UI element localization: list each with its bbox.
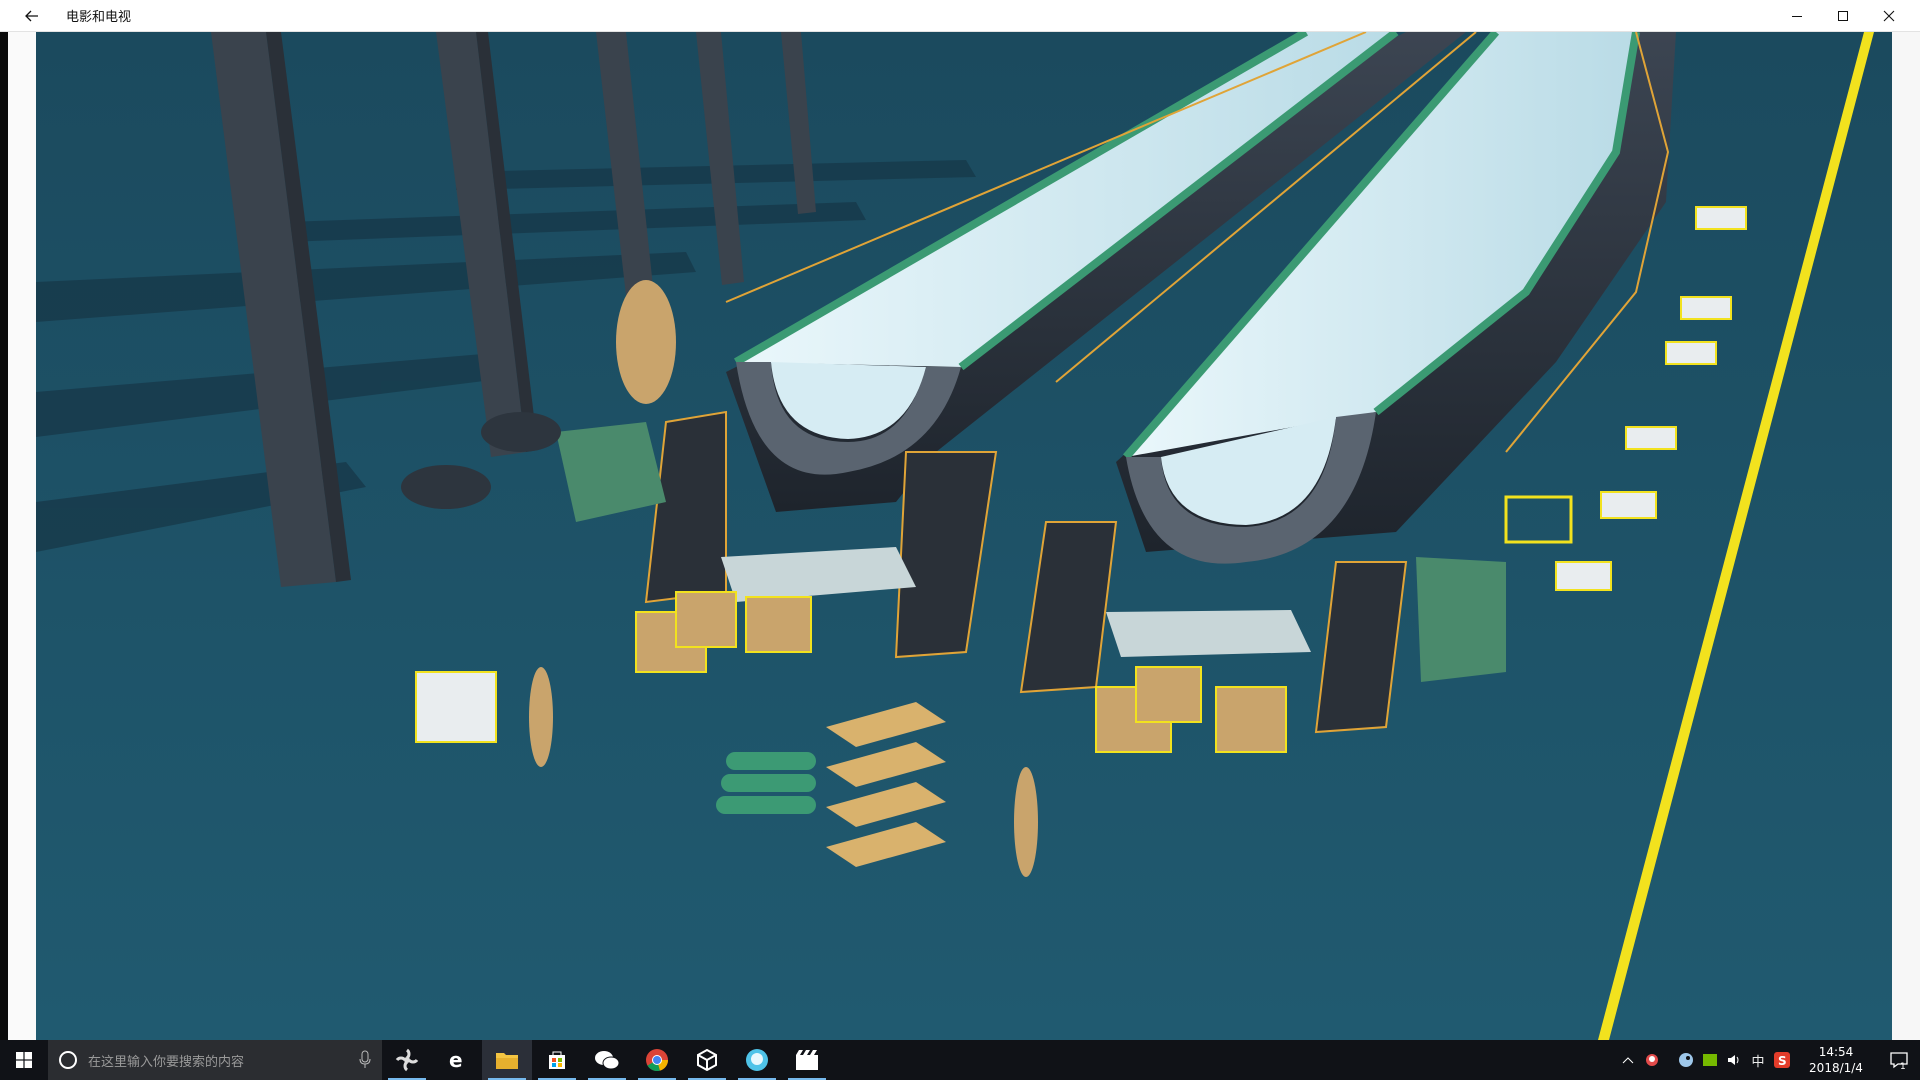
window-title: 电影和电视 [66,10,132,25]
svg-text:e: e [449,1048,463,1072]
letterbox-left [8,32,36,1040]
tray-nvidia[interactable] [1698,1040,1722,1080]
file-explorer-icon [496,1053,518,1069]
taskbar-app-aurora[interactable] [732,1040,782,1080]
taskbar-app-store[interactable] [532,1040,582,1080]
maximize-button[interactable] [1820,0,1866,32]
taskbar-app-file-explorer[interactable] [482,1040,532,1080]
sogou-ime-icon: S [1774,1052,1790,1068]
taskbar-app-fan[interactable] [382,1040,432,1080]
video-player[interactable] [8,32,1920,1040]
svg-text:1: 1 [1900,1062,1906,1070]
ie-browser-icon: e [449,1048,463,1072]
taskbar: 在这里输入你要搜索的内容 e 中 S 14:54 2018/1/4 1 [0,1040,1920,1080]
clock-time: 14:54 [1818,1045,1854,1059]
video-frame-factory-scene[interactable] [36,32,1892,1040]
paper-stack [415,671,497,743]
nvidia-icon [1703,1054,1717,1066]
clock-date: 2018/1/4 [1809,1061,1863,1075]
back-arrow-icon [25,10,38,21]
taskbar-app-ie[interactable]: e [432,1040,482,1080]
chrome-icon [646,1049,668,1072]
tray-steam[interactable] [1674,1040,1698,1080]
maximize-icon [1838,11,1848,21]
tray-clock[interactable]: 14:54 2018/1/4 [1794,1044,1878,1076]
tray-mascot-app[interactable] [1640,1040,1664,1080]
taskbar-app-chrome[interactable] [632,1040,682,1080]
notification-icon: 1 [1890,1052,1908,1070]
steam-icon [1679,1053,1693,1067]
microphone-icon[interactable] [358,1050,372,1070]
taskbar-search[interactable]: 在这里输入你要搜索的内容 [48,1040,382,1080]
wechat-icon [595,1051,620,1070]
back-button[interactable] [0,0,64,32]
tray-volume[interactable] [1722,1040,1746,1080]
tray-sogou[interactable]: S [1770,1040,1794,1080]
system-tray: 中 S 14:54 2018/1/4 1 [1616,1040,1920,1080]
movies-tv-icon [796,1050,818,1070]
taskbar-app-movies-tv[interactable] [782,1040,832,1080]
taskbar-app-unity[interactable] [682,1040,732,1080]
fan-app-icon [395,1048,419,1072]
mascot-icon [1646,1054,1658,1066]
tray-ime[interactable]: 中 [1746,1040,1770,1080]
tray-overflow-button[interactable] [1616,1040,1640,1080]
store-icon [549,1051,565,1069]
action-center-button[interactable]: 1 [1878,1040,1920,1080]
svg-text:S: S [1778,1054,1787,1068]
taskbar-app-wechat[interactable] [582,1040,632,1080]
aurora-app-icon [746,1049,768,1071]
title-bar: 电影和电视 [0,0,1920,32]
unity-icon [697,1049,717,1071]
close-icon [1883,10,1895,22]
close-button[interactable] [1866,0,1912,32]
speaker-icon [1728,1055,1739,1065]
chevron-up-icon [1622,1057,1634,1064]
letterbox-right [1892,32,1920,1040]
minimize-icon [1792,16,1802,17]
search-placeholder: 在这里输入你要搜索的内容 [88,1054,245,1070]
start-button[interactable] [0,1040,48,1080]
pipe-bundle [716,752,816,814]
cortana-circle-icon [59,1051,77,1069]
minimize-button[interactable] [1774,0,1820,32]
windows-logo-icon [16,1052,32,1068]
